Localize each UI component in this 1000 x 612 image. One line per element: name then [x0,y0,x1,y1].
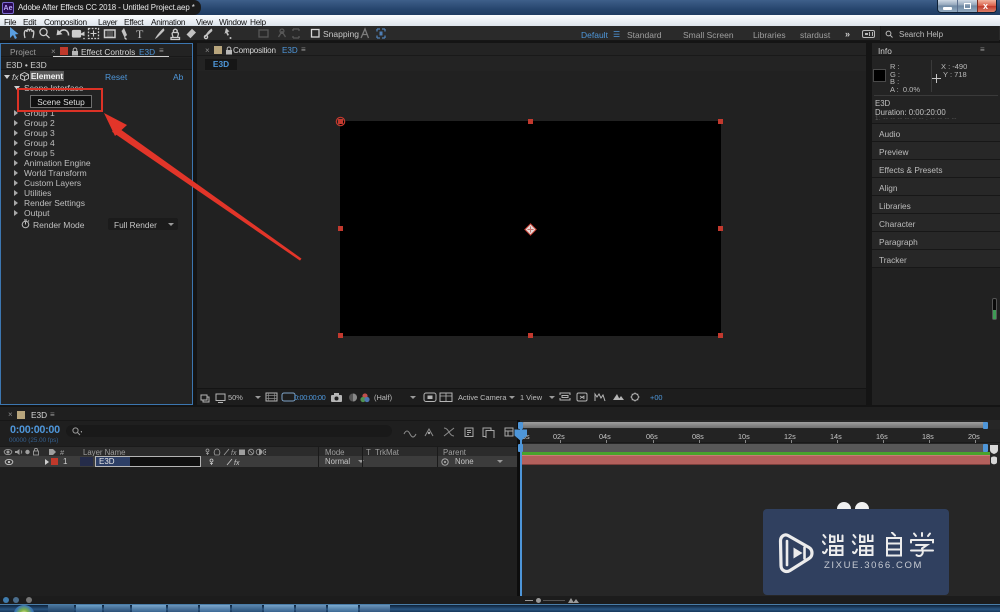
svg-text:Snapping: Snapping [323,29,359,39]
svg-text:fx: fx [234,460,240,466]
svg-text:#: # [60,448,65,456]
svg-text:T: T [136,27,144,41]
